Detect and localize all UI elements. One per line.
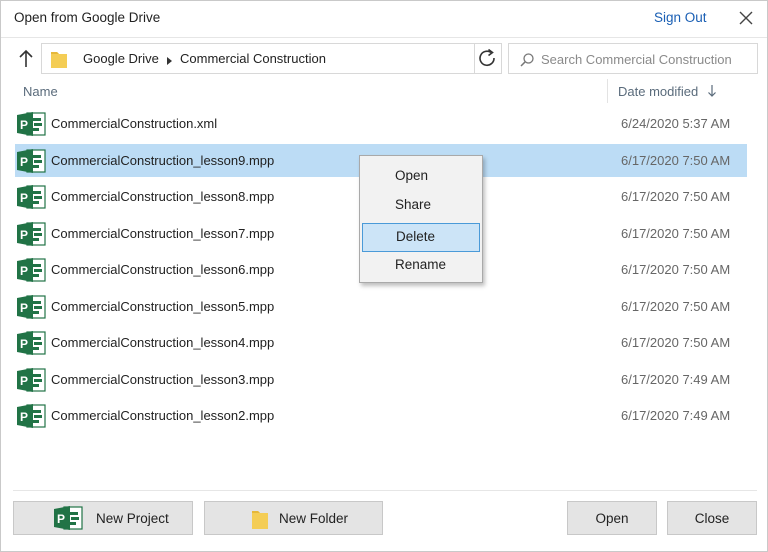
- file-date: 6/17/2020 7:50 AM: [621, 153, 731, 168]
- sign-out-link[interactable]: Sign Out: [654, 10, 707, 25]
- breadcrumb-current-folder[interactable]: Commercial Construction: [180, 51, 326, 66]
- project-file-icon: P: [17, 294, 47, 325]
- file-row[interactable]: P CommercialConstruction_lesson3.mpp 6/1…: [15, 363, 747, 396]
- file-name: CommercialConstruction.xml: [51, 116, 218, 131]
- svg-text:P: P: [20, 410, 28, 424]
- file-name: CommercialConstruction_lesson9.mpp: [51, 153, 275, 168]
- context-menu: Open Share Delete Rename: [359, 155, 483, 283]
- file-row[interactable]: P CommercialConstruction_lesson2.mpp 6/1…: [15, 399, 747, 432]
- file-date: 6/17/2020 7:50 AM: [621, 226, 731, 241]
- project-file-icon: P: [17, 184, 47, 215]
- context-menu-rename[interactable]: Rename: [362, 251, 480, 280]
- svg-text:P: P: [20, 155, 28, 169]
- file-date: 6/17/2020 7:50 AM: [621, 335, 731, 350]
- search-icon: [519, 52, 535, 73]
- column-header: Name Date modified: [1, 79, 767, 105]
- file-name: CommercialConstruction_lesson8.mpp: [51, 189, 275, 204]
- project-file-icon: P: [17, 257, 47, 288]
- new-project-button[interactable]: P New Project: [13, 501, 193, 535]
- project-file-icon: P: [17, 367, 47, 398]
- project-file-icon: P: [54, 505, 84, 534]
- up-arrow-icon[interactable]: [15, 47, 37, 71]
- title-bar: Open from Google Drive Sign Out: [1, 1, 767, 36]
- file-name: CommercialConstruction_lesson7.mpp: [51, 226, 275, 241]
- project-file-icon: P: [17, 148, 47, 179]
- close-button-label: Close: [694, 511, 730, 526]
- svg-text:P: P: [20, 374, 28, 388]
- new-project-label: New Project: [96, 511, 169, 526]
- svg-text:P: P: [20, 301, 28, 315]
- sort-descending-icon[interactable]: [707, 84, 717, 103]
- file-row[interactable]: P CommercialConstruction_lesson4.mpp 6/1…: [15, 326, 747, 359]
- open-button[interactable]: Open: [567, 501, 657, 535]
- svg-text:P: P: [20, 264, 28, 278]
- file-date: 6/17/2020 7:50 AM: [621, 299, 731, 314]
- svg-text:P: P: [20, 118, 28, 132]
- footer-divider: [13, 490, 757, 491]
- file-name: CommercialConstruction_lesson3.mpp: [51, 372, 275, 387]
- file-name: CommercialConstruction_lesson4.mpp: [51, 335, 275, 350]
- context-menu-delete[interactable]: Delete: [362, 223, 480, 252]
- svg-text:P: P: [57, 512, 65, 526]
- file-date: 6/17/2020 7:50 AM: [621, 262, 731, 277]
- navigation-bar: Google Drive Commercial Construction: [1, 37, 767, 79]
- column-date-modified-header[interactable]: Date modified: [618, 84, 698, 99]
- project-file-icon: P: [17, 403, 47, 434]
- context-menu-label: Open: [395, 168, 429, 183]
- column-divider[interactable]: [607, 79, 608, 103]
- breadcrumb-google-drive[interactable]: Google Drive: [83, 51, 159, 66]
- file-name: CommercialConstruction_lesson2.mpp: [51, 408, 275, 423]
- column-name-header[interactable]: Name: [23, 84, 58, 99]
- open-button-label: Open: [595, 511, 629, 526]
- project-file-icon: P: [17, 330, 47, 361]
- dialog-title: Open from Google Drive: [14, 10, 161, 25]
- context-menu-share[interactable]: Share: [362, 191, 480, 220]
- context-menu-label: Delete: [396, 229, 436, 244]
- svg-text:P: P: [20, 191, 28, 205]
- svg-text:P: P: [20, 337, 28, 351]
- file-date: 6/17/2020 7:49 AM: [621, 408, 731, 423]
- project-file-icon: P: [17, 221, 47, 252]
- project-file-icon: P: [17, 111, 47, 142]
- search-box[interactable]: [508, 43, 758, 74]
- file-date: 6/24/2020 5:37 AM: [621, 116, 731, 131]
- address-bar[interactable]: Google Drive Commercial Construction: [41, 43, 475, 74]
- close-button[interactable]: Close: [667, 501, 757, 535]
- new-folder-label: New Folder: [279, 511, 349, 526]
- context-menu-label: Share: [395, 197, 432, 212]
- file-date: 6/17/2020 7:49 AM: [621, 372, 731, 387]
- search-input[interactable]: [541, 48, 753, 70]
- context-menu-label: Rename: [395, 257, 447, 272]
- close-icon[interactable]: [736, 8, 756, 28]
- refresh-icon[interactable]: [475, 43, 502, 74]
- folder-icon: [50, 49, 68, 74]
- new-folder-button[interactable]: New Folder: [204, 501, 383, 535]
- file-name: CommercialConstruction_lesson5.mpp: [51, 299, 275, 314]
- chevron-right-icon[interactable]: [167, 53, 173, 71]
- svg-text:P: P: [20, 228, 28, 242]
- file-row[interactable]: P CommercialConstruction.xml 6/24/2020 5…: [15, 107, 747, 140]
- context-menu-open[interactable]: Open: [362, 162, 480, 191]
- file-date: 6/17/2020 7:50 AM: [621, 189, 731, 204]
- folder-icon: [251, 508, 269, 533]
- file-row[interactable]: P CommercialConstruction_lesson5.mpp 6/1…: [15, 290, 747, 323]
- open-dialog: Open from Google Drive Sign Out Google D…: [0, 0, 768, 552]
- file-name: CommercialConstruction_lesson6.mpp: [51, 262, 275, 277]
